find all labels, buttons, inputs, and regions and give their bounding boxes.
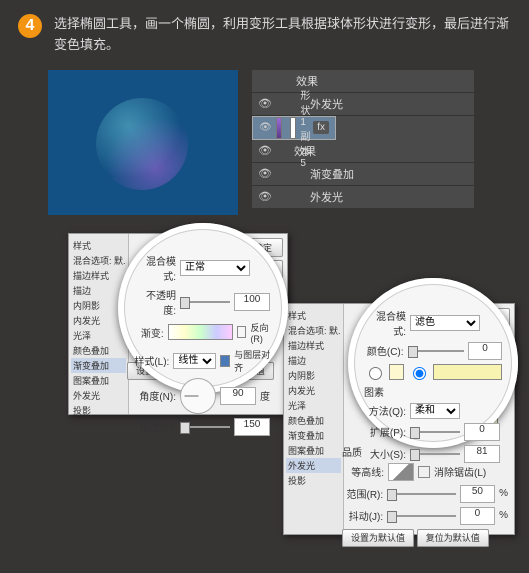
pct: % — [499, 488, 508, 499]
reset-default-button[interactable]: 复位为默认值 — [417, 529, 489, 547]
sidebar-item[interactable]: 渐变叠加 — [286, 428, 341, 443]
size-input[interactable]: 81 — [464, 445, 500, 463]
sidebar-item[interactable]: 图案叠加 — [286, 443, 341, 458]
layer-row-selected[interactable]: 👁 形状 1 副本 5 fx — [252, 116, 336, 140]
visibility-icon[interactable]: 👁 — [258, 167, 272, 180]
layers-panel: 效果 👁外发光 👁 形状 1 副本 5 fx 👁效果 👁渐变叠加 👁外发光 👁 — [252, 70, 474, 208]
sidebar-item[interactable]: 描边样式 — [286, 338, 341, 353]
gradient-picker[interactable] — [433, 364, 502, 380]
layer-outer-glow: 外发光 — [310, 96, 343, 112]
sidebar-item[interactable]: 混合选项: 默... — [286, 323, 341, 338]
spread-label: 扩展(P): — [364, 424, 406, 439]
layer-outer-glow: 外发光 — [310, 189, 343, 205]
blend-mode-select[interactable]: 正常 — [180, 260, 250, 276]
sidebar-item[interactable]: 描边 — [286, 353, 341, 368]
section-label: 图素 — [364, 384, 502, 399]
mask-thumb — [290, 117, 296, 139]
layer-effect-label: 效果 — [294, 143, 316, 159]
method-label: 方法(Q): — [364, 403, 406, 418]
sidebar-item[interactable]: 光泽 — [286, 398, 341, 413]
align-label: 与图层对齐 — [234, 348, 272, 374]
angle-label: 角度(N): — [134, 388, 176, 403]
gradient-radio[interactable] — [413, 367, 426, 380]
range-label: 范围(R): — [342, 486, 383, 501]
style-sidebar: 样式 混合选项: 默... 描边样式 描边 内阴影 内发光 光泽 颜色叠加 渐变… — [284, 304, 344, 534]
angle-unit: 度 — [260, 388, 270, 403]
size-label: 大小(S): — [364, 446, 406, 461]
sidebar-item[interactable]: 内发光 — [286, 383, 341, 398]
scale-label: 缩放(S): — [134, 419, 176, 434]
style-select[interactable]: 线性 — [173, 353, 215, 369]
angle-input[interactable]: 90 — [220, 387, 256, 405]
color-radio[interactable] — [369, 367, 382, 380]
align-check[interactable] — [220, 355, 230, 367]
visibility-icon[interactable]: 👁 — [258, 97, 272, 110]
layer-thumb — [276, 117, 282, 139]
set-default-button[interactable]: 设置为默认值 — [342, 529, 414, 547]
jitter-label: 抖动(J): — [342, 508, 383, 523]
result-preview — [48, 70, 238, 215]
fx-badge[interactable]: fx — [313, 121, 329, 134]
blend-mode-label: 混合模式: — [134, 253, 176, 283]
pct: % — [499, 510, 508, 521]
visibility-icon[interactable]: 👁 — [258, 190, 272, 203]
step-badge: 4 — [18, 14, 42, 38]
zoom-lens-gradient-overlay: 混合模式:正常 不透明度:100 渐变:反向(R) 样式(L):线性与图层对齐 … — [118, 223, 288, 393]
color-label: 颜色(C): — [364, 343, 404, 358]
opacity-label: 不透明度: — [134, 287, 176, 317]
angle-dial[interactable] — [180, 378, 216, 414]
opacity-input[interactable]: 0 — [468, 342, 502, 360]
gradient-picker[interactable] — [168, 324, 234, 340]
reverse-label: 反向(R) — [250, 321, 272, 344]
range-input[interactable]: 50 — [460, 485, 495, 503]
sidebar-header: 样式 — [286, 308, 341, 323]
color-swatch[interactable] — [389, 364, 404, 380]
spread-input[interactable]: 0 — [464, 423, 500, 441]
jitter-input[interactable]: 0 — [460, 507, 495, 525]
blend-mode-select[interactable]: 滤色 — [410, 315, 480, 331]
gradient-label: 渐变: — [134, 325, 164, 340]
zoom-lens-outer-glow: 混合模式:滤色 颜色(C):0 图素 方法(Q):柔和 扩展(P):0 大小(S… — [348, 278, 518, 448]
reverse-check[interactable] — [237, 326, 246, 338]
bubble-shape — [96, 98, 188, 190]
scale-input[interactable]: 150 — [234, 418, 270, 436]
visibility-icon[interactable]: 👁 — [258, 144, 272, 157]
method-select[interactable]: 柔和 — [410, 403, 460, 419]
sidebar-item[interactable]: 颜色叠加 — [286, 413, 341, 428]
style-label: 样式(L): — [134, 353, 169, 368]
layer-grad-overlay: 渐变叠加 — [310, 166, 354, 182]
visibility-icon[interactable]: 👁 — [259, 122, 272, 133]
opacity-input[interactable]: 100 — [234, 293, 270, 311]
blend-mode-label: 混合模式: — [364, 308, 406, 338]
sidebar-item[interactable]: 投影 — [286, 473, 341, 488]
sidebar-item[interactable]: 内阴影 — [286, 368, 341, 383]
sidebar-item-selected[interactable]: 外发光 — [286, 458, 341, 473]
step-instruction: 选择椭圆工具，画一个椭圆，利用变形工具根据球体形状进行变形，最后进行渐变色填充。 — [54, 14, 511, 56]
